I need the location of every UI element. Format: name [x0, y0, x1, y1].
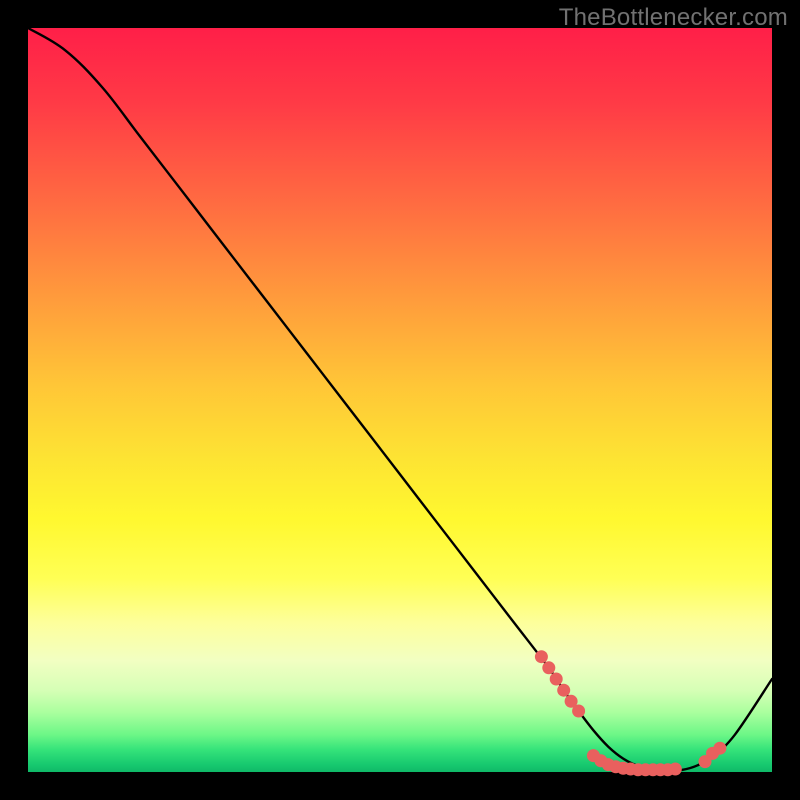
marker-dot	[713, 742, 726, 755]
marker-dot	[572, 705, 585, 718]
marker-group	[535, 650, 727, 776]
marker-dot	[669, 763, 682, 776]
marker-dot	[557, 684, 570, 697]
marker-dot	[550, 673, 563, 686]
marker-dot	[542, 661, 555, 674]
bottleneck-curve	[28, 28, 772, 771]
marker-dot	[535, 650, 548, 663]
chart-frame: TheBottlenecker.com	[0, 0, 800, 800]
curve-svg	[28, 28, 772, 772]
plot-area	[28, 28, 772, 772]
